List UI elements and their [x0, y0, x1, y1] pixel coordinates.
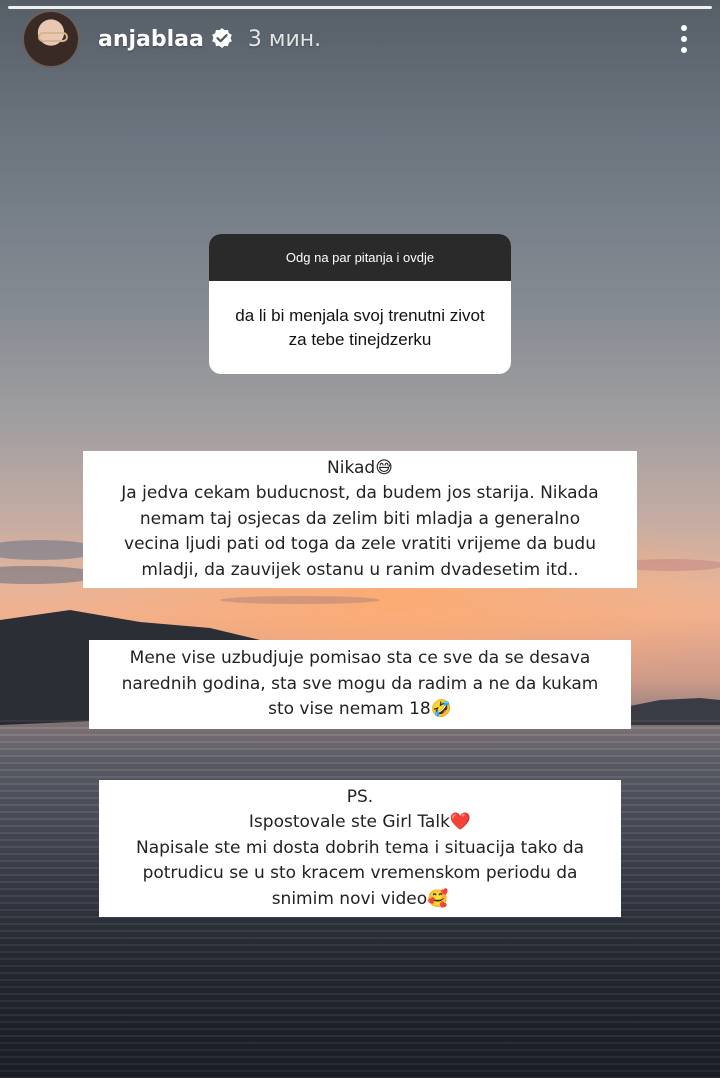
answer-line: snimim novi video🥰	[271, 888, 449, 909]
avatar-glasses	[38, 32, 68, 42]
answer-text-box-2: Mene vise uzbudjuje pomisao sta ce sve d…	[89, 640, 631, 729]
question-prompt: Odg na par pitanja i ovdje	[209, 234, 511, 281]
question-sticker[interactable]: Odg na par pitanja i ovdje da li bi menj…	[209, 234, 511, 374]
username[interactable]: anjablaa	[98, 27, 204, 52]
story-header: anjablaa 3 мин.	[22, 10, 698, 68]
verified-badge-icon	[210, 27, 234, 51]
answer-line: narednih godina, sta sve mogu da radim a…	[121, 673, 599, 694]
question-text: da li bi menjala svoj trenutni zivot za …	[235, 305, 485, 349]
answer-line: mladji, da zauvijek ostanu u ranim dvade…	[141, 559, 579, 580]
story-progress-bar	[8, 6, 712, 9]
answer-line: nemam taj osjecas da zelim biti mladja a…	[139, 508, 581, 529]
answer-line: Mene vise uzbudjuje pomisao sta ce sve d…	[129, 648, 591, 669]
more-vertical-icon[interactable]	[674, 16, 694, 62]
answer-line: potrudicu se u sto kracem vremenskom per…	[142, 863, 578, 884]
answer-line: Napisale ste mi dosta dobrih tema i situ…	[135, 837, 584, 858]
answer-line: Ispostovale ste Girl Talk❤️	[248, 812, 472, 833]
answer-text-box-3: PS. Ispostovale ste Girl Talk❤️ Napisale…	[99, 780, 621, 917]
post-time: 3 мин.	[247, 26, 322, 52]
answer-line: Ja jedva cekam buducnost, da budem jos s…	[121, 483, 599, 504]
avatar[interactable]	[22, 10, 80, 68]
answer-line: vecina ljudi pati od toga da zele vratit…	[124, 534, 596, 555]
answer-line: Nikad😅	[327, 457, 393, 478]
answer-text-box-1: Nikad😅 Ja jedva cekam buducnost, da bude…	[83, 451, 637, 588]
answer-line: sto vise nemam 18🤣	[268, 699, 452, 720]
answer-line: PS.	[346, 786, 374, 807]
